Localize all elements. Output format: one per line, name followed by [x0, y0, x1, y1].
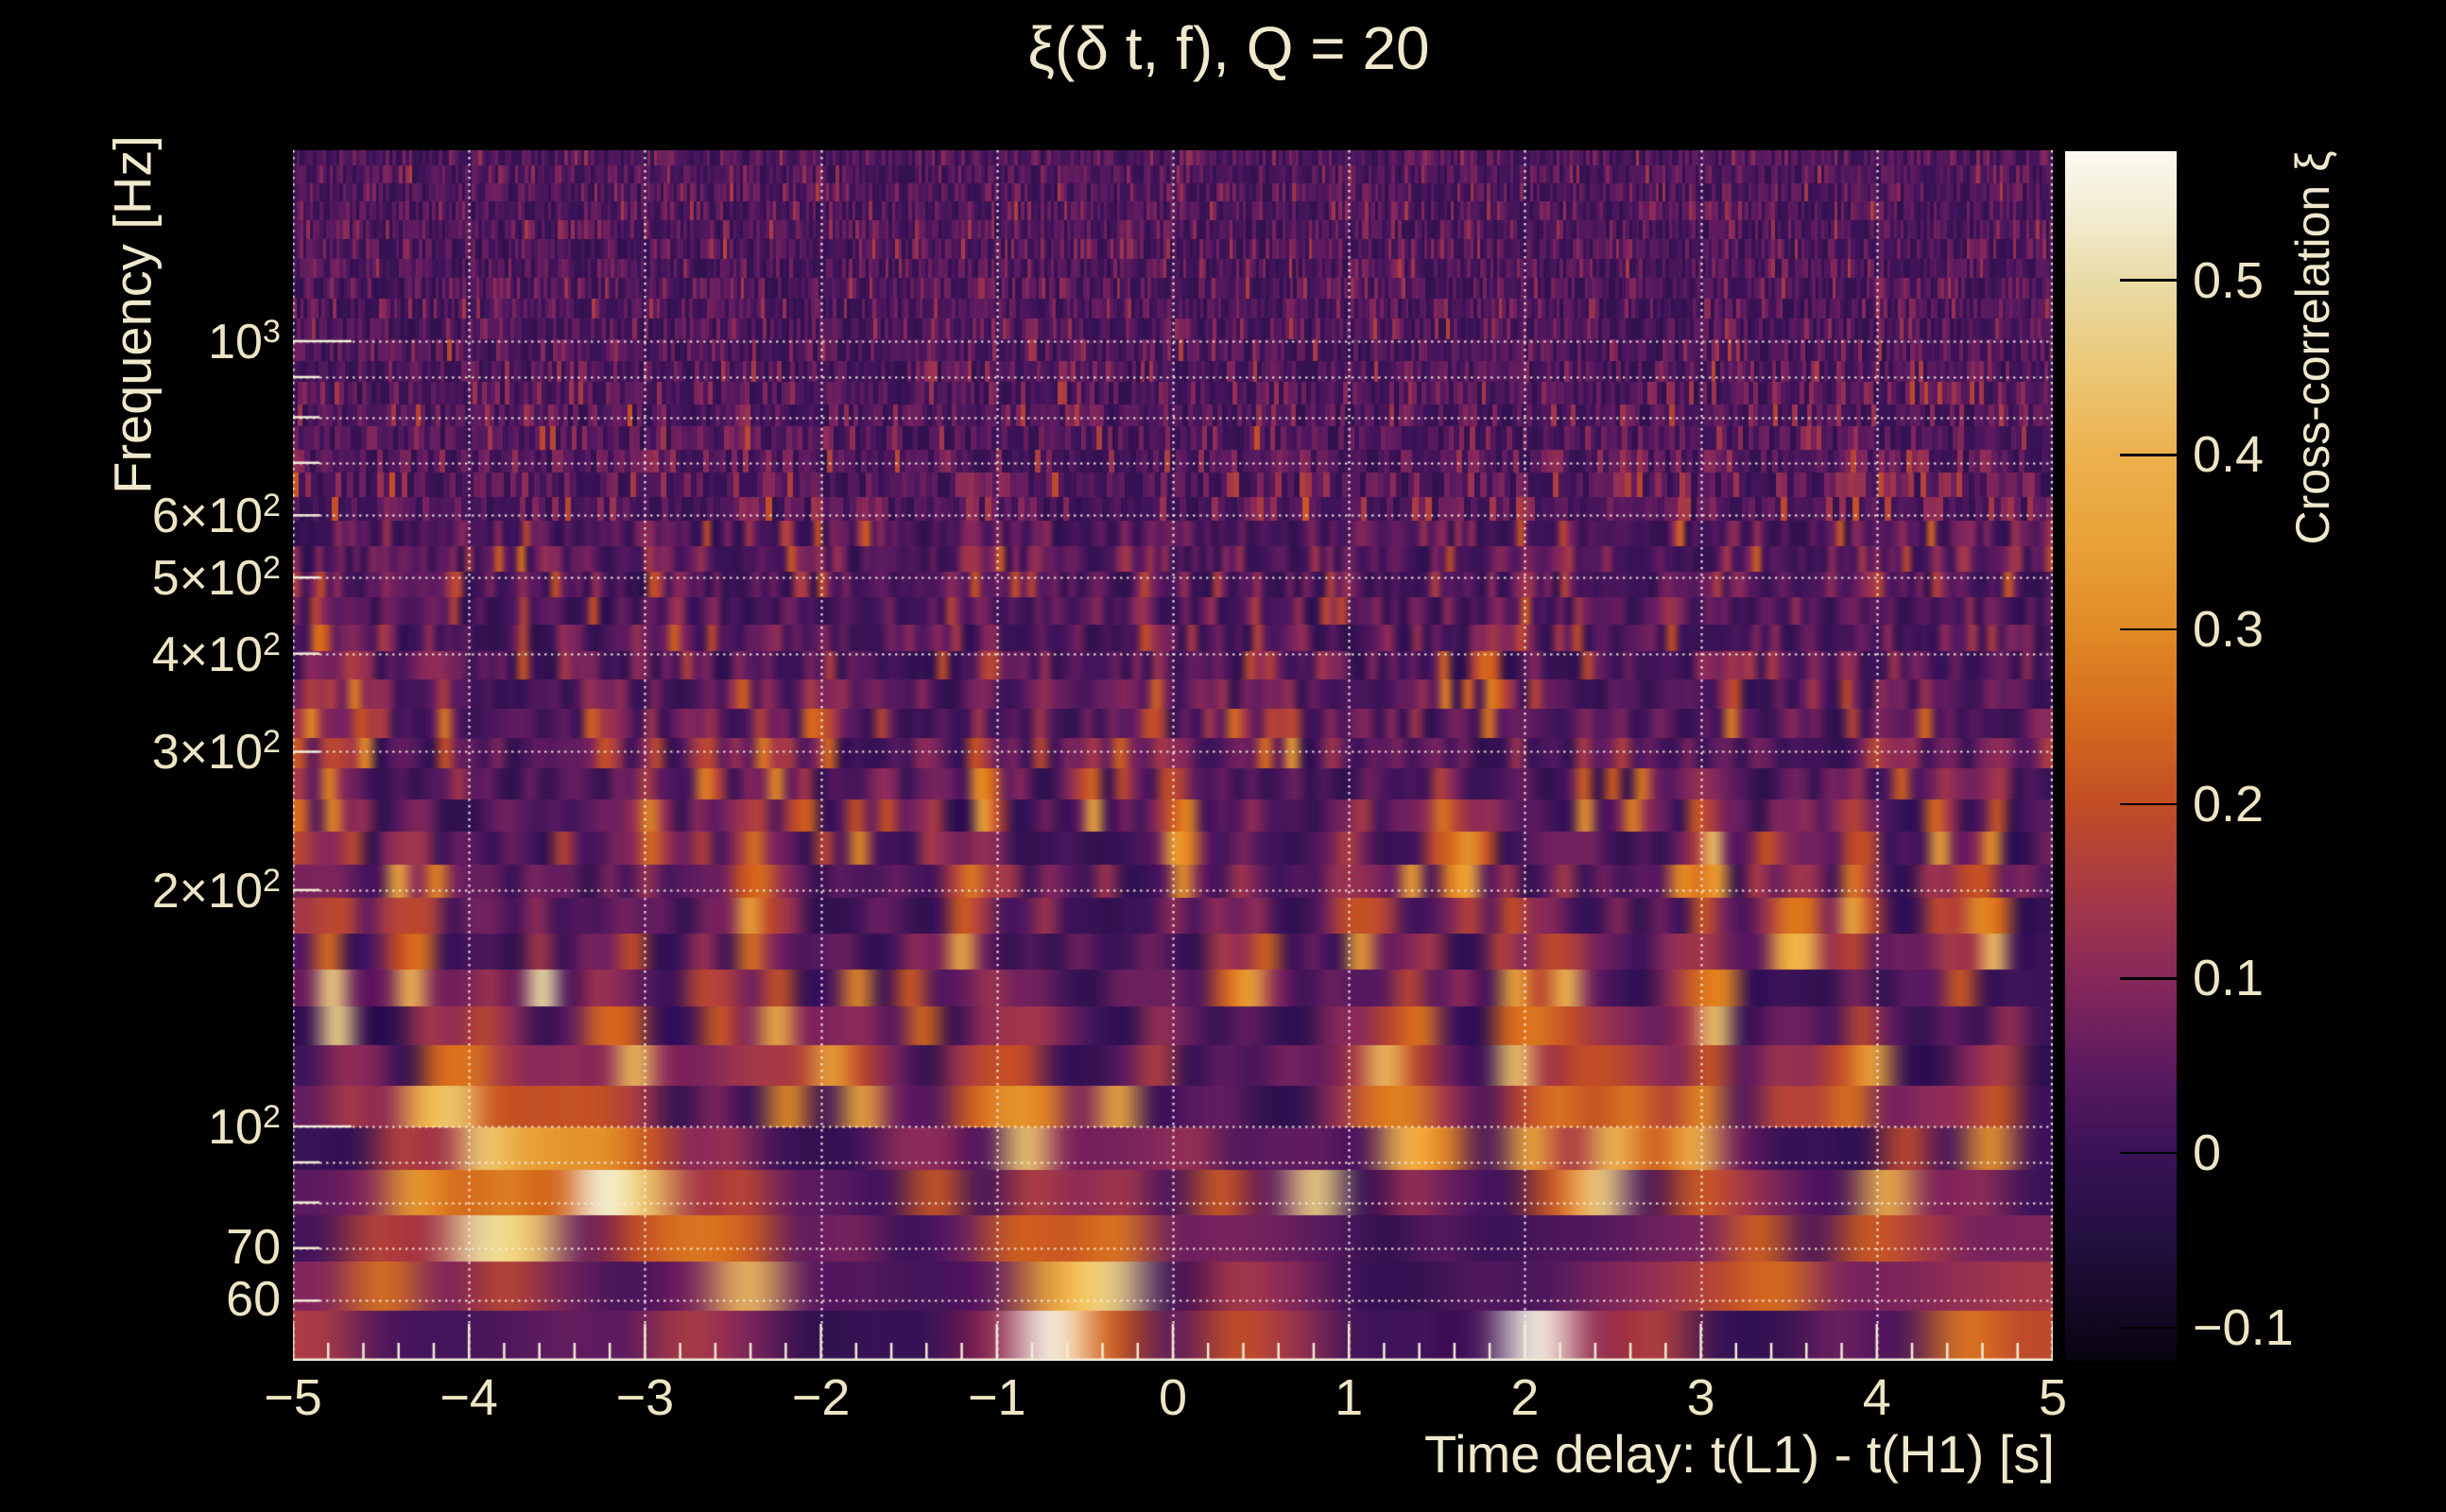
- x-tick-label-3: 3: [1686, 1369, 1715, 1426]
- colorbar-tick-label-0.3: 0.3: [2193, 601, 2265, 659]
- x-tick-label--3: −3: [615, 1369, 675, 1426]
- y-tick-label-70: 70: [226, 1219, 281, 1275]
- colorbar-title: Cross-correlation ξ: [2286, 150, 2339, 545]
- colorbar-tick-label-0.2: 0.2: [2193, 775, 2265, 833]
- y-tick-label-60: 60: [226, 1272, 281, 1328]
- x-tick-label-1: 1: [1335, 1369, 1364, 1426]
- colorbar-tick-0: [2120, 1151, 2177, 1155]
- x-tick-label--2: −2: [791, 1369, 851, 1426]
- colorbar-tick-label-0.4: 0.4: [2193, 426, 2265, 484]
- colorbar-tick-0.2: [2120, 802, 2177, 806]
- colorbar-tick-label-0: 0: [2193, 1125, 2222, 1182]
- colorbar-tick-label-−0.1: −0.1: [2193, 1298, 2294, 1356]
- x-tick-label--1: −1: [968, 1369, 1026, 1426]
- y-tick-label-400: 4×102: [151, 626, 281, 682]
- colorbar-tick-−0.1: [2120, 1326, 2177, 1330]
- colorbar-tick-0.5: [2120, 279, 2177, 282]
- figure-canvas: ξ(δ t, f), Q = 20 Frequency [Hz] 103 6×10…: [0, 0, 2446, 1512]
- x-tick-label-4: 4: [1862, 1369, 1891, 1426]
- colorbar-tick-label-0.5: 0.5: [2193, 251, 2265, 309]
- colorbar-tick-label-0.1: 0.1: [2193, 950, 2265, 1007]
- colorbar: [2065, 151, 2177, 1361]
- x-tick-label--4: −4: [439, 1369, 498, 1426]
- plot-title: ξ(δ t, f), Q = 20: [1027, 14, 1430, 82]
- x-tick-label--5: −5: [264, 1369, 322, 1426]
- y-tick-label-200: 2×102: [151, 862, 281, 919]
- y-tick-label-1000: 103: [208, 313, 281, 370]
- x-tick-label-5: 5: [2038, 1369, 2068, 1426]
- colorbar-tick-0.4: [2120, 454, 2177, 456]
- x-tick-label-0: 0: [1158, 1369, 1188, 1426]
- y-tick-label-500: 5×102: [151, 550, 281, 607]
- x-tick-label-2: 2: [1510, 1369, 1540, 1426]
- y-tick-label-300: 3×102: [151, 724, 281, 781]
- colorbar-tick-0.1: [2120, 977, 2177, 980]
- y-tick-label-600: 6×102: [151, 488, 281, 544]
- x-axis-title: Time delay: t(L1) - t(H1) [s]: [1424, 1424, 2055, 1484]
- colorbar-tick-0.3: [2120, 627, 2177, 631]
- colorbar-gradient: [2065, 151, 2177, 1361]
- grid-overlay-canvas: [293, 150, 2053, 1361]
- y-tick-label-100: 102: [208, 1098, 281, 1156]
